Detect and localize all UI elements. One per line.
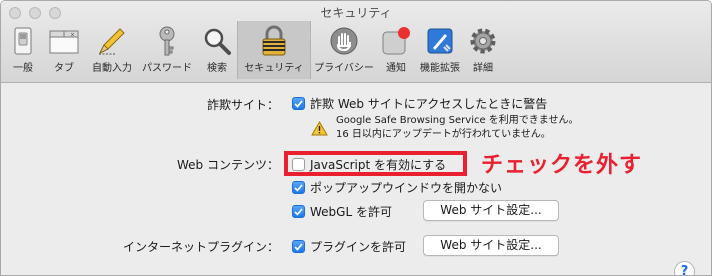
- web-content-label: Web コンテンツ：: [177, 158, 279, 172]
- checkbox-checked-icon[interactable]: [292, 205, 305, 218]
- fraud-warning-checkbox[interactable]: 詐欺 Web サイトにアクセスしたときに警告: [292, 95, 547, 112]
- title-bar: セキュリティ 一般 × タブ 自動入力 パスワード 検索 セキュリティ プライバ…: [1, 1, 711, 83]
- tab-passwords-label: パスワード: [142, 63, 192, 74]
- key-icon: [150, 24, 184, 58]
- block-popups-label: ポップアップウインドウを開かない: [310, 181, 503, 195]
- padlock-icon: [257, 24, 291, 58]
- pencil-icon: [95, 24, 129, 58]
- safe-browsing-warning-line2: 16 日以内にアップデートが行われていません。: [336, 129, 551, 140]
- tab-search[interactable]: 検索: [197, 21, 237, 79]
- highlight-frame: [284, 151, 467, 176]
- general-switch-icon: [6, 24, 40, 58]
- internet-plugins-label: インターネットプラグイン：: [122, 240, 279, 254]
- tab-general-label: 一般: [13, 63, 33, 74]
- tab-notifications[interactable]: 通知: [377, 21, 415, 79]
- gear-icon: [466, 24, 500, 58]
- tab-search-label: 検索: [207, 63, 227, 74]
- webgl-website-settings-button[interactable]: Web サイト設定...: [423, 200, 559, 221]
- tab-privacy[interactable]: プライバシー: [311, 21, 377, 79]
- tab-advanced[interactable]: 詳細: [465, 21, 501, 79]
- tab-security-label: セキュリティ: [244, 63, 304, 74]
- plugins-website-settings-button[interactable]: Web サイト設定...: [423, 235, 559, 256]
- tab-extensions-label: 機能拡張: [420, 63, 460, 74]
- tab-passwords[interactable]: パスワード: [137, 21, 197, 79]
- tab-general[interactable]: 一般: [5, 21, 41, 79]
- safe-browsing-warning-line1: Google Safe Browsing Service を利用できません。: [336, 115, 579, 126]
- tab-autofill[interactable]: 自動入力: [87, 21, 137, 79]
- tab-autofill-label: 自動入力: [92, 63, 132, 74]
- warning-triangle-icon: [311, 120, 328, 140]
- webgl-checkbox[interactable]: WebGL を許可: [292, 203, 392, 220]
- preferences-toolbar: 一般 × タブ 自動入力 パスワード 検索 セキュリティ プライバシー 通知 機…: [5, 21, 501, 81]
- window-title: セキュリティ: [320, 6, 392, 20]
- checkbox-checked-icon[interactable]: [292, 240, 305, 253]
- tab-notifications-label: 通知: [386, 63, 406, 74]
- tab-privacy-label: プライバシー: [314, 63, 374, 74]
- allow-plugins-checkbox[interactable]: プラグインを許可: [292, 238, 406, 255]
- checkbox-checked-icon[interactable]: [292, 181, 305, 194]
- svg-text:×: ×: [70, 32, 75, 39]
- tab-advanced-label: 詳細: [473, 63, 493, 74]
- allow-plugins-label: プラグインを許可: [310, 240, 407, 254]
- tab-tabs[interactable]: × タブ: [41, 21, 87, 79]
- tabs-icon: ×: [47, 24, 81, 58]
- fraud-warning-label: 詐欺 Web サイトにアクセスしたときに警告: [310, 97, 548, 111]
- fraud-sites-label: 詐欺サイト：: [206, 98, 279, 112]
- tab-extensions[interactable]: 機能拡張: [415, 21, 465, 79]
- magnifier-icon: [200, 24, 234, 58]
- webgl-label: WebGL を許可: [310, 205, 392, 219]
- tab-security[interactable]: セキュリティ: [237, 21, 311, 79]
- help-button[interactable]: ?: [674, 261, 695, 275]
- notification-badge-icon: [379, 24, 413, 58]
- hand-icon: [327, 24, 361, 58]
- safari-preferences-window: セキュリティ 一般 × タブ 自動入力 パスワード 検索 セキュリティ プライバ…: [0, 0, 712, 276]
- security-settings-pane: 詐欺サイト： 詐欺 Web サイトにアクセスしたときに警告 Google Saf…: [1, 83, 711, 275]
- annotation-callout: チェックを外す: [481, 153, 643, 178]
- puzzle-icon: [423, 24, 457, 58]
- checkbox-checked-icon[interactable]: [292, 97, 305, 110]
- block-popups-checkbox[interactable]: ポップアップウインドウを開かない: [292, 179, 502, 196]
- tab-tabs-label: タブ: [54, 63, 74, 74]
